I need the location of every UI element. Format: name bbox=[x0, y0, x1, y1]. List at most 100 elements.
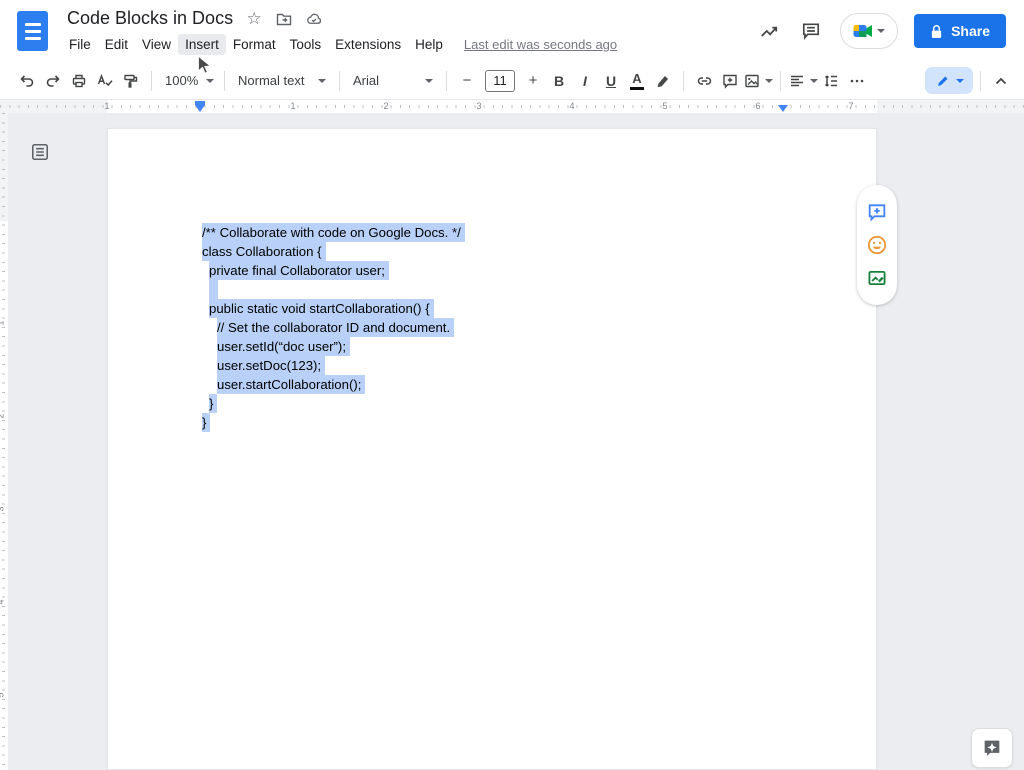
code-line[interactable]: /** Collaborate with code on Google Docs… bbox=[202, 223, 465, 242]
paint-format-button[interactable] bbox=[118, 68, 144, 94]
code-line[interactable]: private final Collaborator user; bbox=[209, 261, 465, 280]
line-spacing-button[interactable] bbox=[818, 68, 844, 94]
vertical-ruler[interactable] bbox=[0, 113, 8, 770]
code-line[interactable] bbox=[209, 280, 465, 299]
ruler-number: 3 bbox=[0, 506, 6, 511]
hide-menus-button[interactable] bbox=[988, 68, 1014, 94]
menu-file[interactable]: File bbox=[62, 34, 98, 55]
underline-button[interactable]: U bbox=[598, 68, 624, 94]
font-family-dropdown[interactable]: Arial bbox=[347, 68, 439, 94]
add-comment-margin-button[interactable] bbox=[865, 200, 889, 224]
pencil-icon bbox=[935, 73, 951, 89]
ruler-number: 4 bbox=[569, 101, 574, 111]
divider bbox=[683, 71, 684, 91]
selected-text: user.setDoc(123); bbox=[217, 356, 325, 375]
ruler-number: 7 bbox=[848, 101, 853, 111]
move-folder-icon[interactable] bbox=[275, 10, 293, 28]
font-size-input[interactable]: 11 bbox=[485, 70, 515, 92]
menu-edit[interactable]: Edit bbox=[98, 34, 135, 55]
ruler-number: 2 bbox=[0, 413, 6, 418]
paragraph-style-dropdown[interactable]: Normal text bbox=[232, 68, 332, 94]
share-button[interactable]: Share bbox=[914, 14, 1006, 48]
docs-logo-icon[interactable] bbox=[17, 11, 48, 51]
ruler-number: 3 bbox=[476, 101, 481, 111]
document-title[interactable]: Code Blocks in Docs bbox=[67, 8, 233, 29]
more-options-button[interactable] bbox=[844, 68, 870, 94]
menu-help[interactable]: Help bbox=[408, 34, 450, 55]
divider bbox=[151, 71, 152, 91]
menu-insert[interactable]: Insert bbox=[178, 34, 226, 55]
code-line[interactable]: } bbox=[202, 413, 465, 432]
selected-text: /** Collaborate with code on Google Docs… bbox=[202, 223, 465, 242]
star-icon[interactable]: ☆ bbox=[245, 10, 263, 28]
undo-button[interactable] bbox=[14, 68, 40, 94]
ruler-number: 4 bbox=[0, 599, 6, 604]
explore-button[interactable] bbox=[971, 728, 1013, 768]
right-indent-marker[interactable] bbox=[778, 105, 788, 112]
zoom-caret-icon bbox=[206, 79, 214, 83]
selected-text: } bbox=[209, 394, 217, 413]
ruler-number: 2 bbox=[383, 101, 388, 111]
ruler-number: 5 bbox=[0, 692, 6, 697]
document-stats-icon[interactable] bbox=[756, 18, 782, 44]
document-workspace: 1 2 3 4 5 /** Collaborate with code on G… bbox=[0, 113, 1024, 770]
menu-view[interactable]: View bbox=[135, 34, 178, 55]
meet-dropdown-caret-icon bbox=[877, 29, 885, 33]
divider bbox=[446, 71, 447, 91]
decrease-font-size-button[interactable]: − bbox=[454, 68, 480, 94]
align-button[interactable] bbox=[788, 68, 818, 94]
code-line[interactable]: public static void startCollaboration() … bbox=[209, 299, 465, 318]
title-row: Code Blocks in Docs ☆ bbox=[67, 8, 323, 29]
horizontal-ruler[interactable]: 1 1 2 3 4 5 6 7 bbox=[0, 100, 1024, 113]
selected-text: } bbox=[202, 413, 210, 432]
selected-text: public static void startCollaboration() … bbox=[209, 299, 434, 318]
menu-extensions[interactable]: Extensions bbox=[328, 34, 408, 55]
meet-call-button[interactable] bbox=[840, 13, 898, 49]
code-line[interactable]: } bbox=[209, 394, 465, 413]
code-line[interactable]: user.startCollaboration(); bbox=[217, 375, 465, 394]
editing-mode-dropdown[interactable] bbox=[925, 67, 973, 94]
menu-format[interactable]: Format bbox=[226, 34, 283, 55]
insert-image-button[interactable] bbox=[743, 68, 773, 94]
code-line[interactable]: class Collaboration { bbox=[202, 242, 465, 261]
code-line[interactable]: user.setDoc(123); bbox=[217, 356, 465, 375]
align-caret-icon bbox=[810, 79, 818, 83]
show-outline-button[interactable] bbox=[29, 141, 51, 163]
zoom-dropdown[interactable]: 100% bbox=[159, 68, 217, 94]
spell-check-button[interactable] bbox=[92, 68, 118, 94]
header-actions: Share bbox=[756, 0, 1006, 62]
add-comment-button[interactable] bbox=[717, 68, 743, 94]
selected-text: private final Collaborator user; bbox=[209, 261, 389, 280]
text-color-swatch bbox=[630, 87, 644, 90]
add-emoji-reaction-button[interactable] bbox=[865, 233, 889, 257]
document-page[interactable]: /** Collaborate with code on Google Docs… bbox=[107, 128, 877, 770]
code-line[interactable]: user.setId(“doc user”); bbox=[217, 337, 465, 356]
format-toolbar: 100% Normal text Arial − 11 + B I U A bbox=[0, 62, 1024, 100]
comments-history-icon[interactable] bbox=[798, 18, 824, 44]
last-edit-status[interactable]: Last edit was seconds ago bbox=[464, 37, 617, 52]
insert-link-button[interactable] bbox=[691, 68, 717, 94]
code-block[interactable]: /** Collaborate with code on Google Docs… bbox=[202, 223, 465, 432]
font-caret-icon bbox=[425, 79, 433, 83]
redo-button[interactable] bbox=[40, 68, 66, 94]
text-color-letter: A bbox=[632, 72, 641, 85]
selected-text: user.setId(“doc user”); bbox=[217, 337, 350, 356]
print-button[interactable] bbox=[66, 68, 92, 94]
menu-tools[interactable]: Tools bbox=[283, 34, 329, 55]
selected-text: // Set the collaborator ID and document. bbox=[217, 318, 454, 337]
vertical-ruler-page-area bbox=[0, 221, 8, 770]
top-bar: Code Blocks in Docs ☆ File Edit View Ins… bbox=[0, 0, 1024, 62]
highlight-color-button[interactable] bbox=[650, 68, 676, 94]
cloud-saved-icon[interactable] bbox=[305, 10, 323, 28]
code-line[interactable]: // Set the collaborator ID and document. bbox=[217, 318, 465, 337]
bold-button[interactable]: B bbox=[546, 68, 572, 94]
lock-icon bbox=[930, 24, 943, 39]
suggest-image-edit-button[interactable] bbox=[865, 266, 889, 290]
divider bbox=[224, 71, 225, 91]
italic-button[interactable]: I bbox=[572, 68, 598, 94]
increase-font-size-button[interactable]: + bbox=[520, 68, 546, 94]
text-color-button[interactable]: A bbox=[624, 68, 650, 94]
divider bbox=[980, 71, 981, 91]
left-indent-marker[interactable] bbox=[195, 105, 205, 112]
divider bbox=[339, 71, 340, 91]
